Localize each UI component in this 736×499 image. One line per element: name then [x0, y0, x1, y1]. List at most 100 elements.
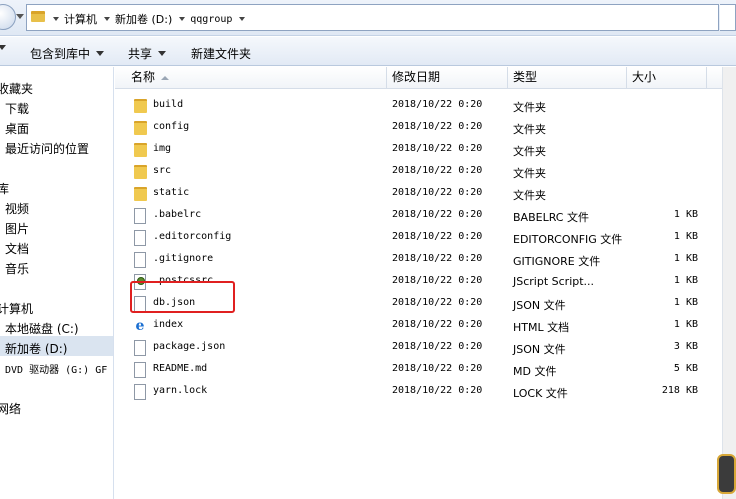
- nav-recent-places[interactable]: 最近访问的位置: [5, 140, 89, 157]
- breadcrumb-qqgroup[interactable]: qqgroup: [190, 14, 232, 25]
- nav-documents[interactable]: 文档: [5, 240, 29, 257]
- share-button[interactable]: 共享: [128, 45, 167, 62]
- file-type: 文件夹: [513, 145, 546, 158]
- file-size: 3 KB: [673, 341, 698, 352]
- file-modified-date: 2018/10/22 0:20: [392, 297, 483, 308]
- file-modified-date: 2018/10/22 0:20: [392, 253, 483, 264]
- organize-dropdown[interactable]: [0, 45, 6, 50]
- file-name: config: [153, 121, 190, 132]
- column-modified-label: 修改日期: [392, 70, 441, 84]
- file-type: JSON 文件: [513, 299, 566, 312]
- file-size: 1 KB: [673, 297, 698, 308]
- file-size: 1 KB: [673, 253, 698, 264]
- folder-icon: [134, 187, 147, 201]
- column-header-size[interactable]: 大小: [627, 67, 707, 88]
- file-size: 218 KB: [661, 385, 698, 396]
- file-row[interactable]: .editorconfig 2018/10/22 0:20 EDITORCONFIG…: [115, 227, 715, 249]
- file-row[interactable]: yarn.lock 2018/10/22 0:20 LOCK 文件 218 KB: [115, 381, 715, 403]
- file-row[interactable]: e index 2018/10/22 0:20 HTML 文档 1 KB: [115, 315, 715, 337]
- file-modified-date: 2018/10/22 0:20: [392, 319, 483, 330]
- file-name: static: [153, 187, 190, 198]
- nav-videos[interactable]: 视频: [5, 200, 29, 217]
- file-row[interactable]: img 2018/10/22 0:20 文件夹: [115, 139, 715, 161]
- file-icon: [134, 362, 146, 378]
- nav-network[interactable]: 网络: [0, 400, 21, 417]
- nav-local-disk-c[interactable]: 本地磁盘 (C:): [5, 320, 79, 337]
- file-type: 文件夹: [513, 123, 546, 136]
- file-icon: [134, 340, 146, 356]
- file-row[interactable]: static 2018/10/22 0:20 文件夹: [115, 183, 715, 205]
- folder-icon: [134, 165, 147, 179]
- taskbar-button[interactable]: [717, 454, 736, 494]
- breadcrumb-computer[interactable]: 计算机: [64, 11, 97, 27]
- column-header-name[interactable]: 名称: [115, 67, 387, 88]
- nav-new-volume-d[interactable]: 新加卷 (D:): [5, 340, 67, 357]
- sort-ascending-icon: [161, 75, 170, 80]
- file-size: 1 KB: [673, 209, 698, 220]
- file-row[interactable]: .babelrc 2018/10/22 0:20 BABELRC 文件 1 KB: [115, 205, 715, 227]
- folder-icon: [134, 99, 147, 113]
- command-toolbar: 包含到库中 共享 新建文件夹: [0, 37, 736, 66]
- chevron-down-icon: [96, 51, 105, 56]
- column-header-modified[interactable]: 修改日期: [387, 67, 508, 88]
- breadcrumb: 计算机 新加卷 (D:) qqgroup: [51, 11, 246, 27]
- file-row[interactable]: README.md 2018/10/22 0:20 MD 文件 5 KB: [115, 359, 715, 381]
- include-in-library-label: 包含到库中: [30, 47, 91, 61]
- file-type: JSON 文件: [513, 343, 566, 356]
- file-modified-date: 2018/10/22 0:20: [392, 187, 483, 198]
- include-in-library-button[interactable]: 包含到库中: [30, 45, 105, 62]
- file-modified-date: 2018/10/22 0:20: [392, 341, 483, 352]
- file-size: 5 KB: [673, 363, 698, 374]
- nav-desktop[interactable]: 桌面: [5, 120, 29, 137]
- file-size: 1 KB: [673, 275, 698, 286]
- chevron-down-icon: [158, 51, 167, 56]
- vertical-scrollbar[interactable]: [722, 67, 736, 499]
- file-row[interactable]: build 2018/10/22 0:20 文件夹: [115, 95, 715, 117]
- nav-favorites[interactable]: 收藏夹: [0, 80, 33, 97]
- file-name: img: [153, 143, 172, 154]
- nav-computer[interactable]: 计算机: [0, 300, 33, 317]
- file-type: MD 文件: [513, 365, 557, 378]
- nav-pictures[interactable]: 图片: [5, 220, 29, 237]
- share-label: 共享: [128, 47, 153, 61]
- navigation-pane: 收藏夹 下载 桌面 最近访问的位置 库 视频 图片 文档 音乐 计算机 本地磁盘…: [0, 67, 114, 499]
- column-header-type[interactable]: 类型: [508, 67, 627, 88]
- file-modified-date: 2018/10/22 0:20: [392, 165, 483, 176]
- file-row[interactable]: config 2018/10/22 0:20 文件夹: [115, 117, 715, 139]
- file-name: .gitignore: [153, 253, 214, 264]
- breadcrumb-chevron-icon[interactable]: [239, 17, 246, 21]
- file-name: package.json: [153, 341, 226, 352]
- breadcrumb-volume-d[interactable]: 新加卷 (D:): [115, 11, 172, 27]
- refresh-button[interactable]: [720, 4, 736, 31]
- file-name: yarn.lock: [153, 385, 208, 396]
- address-bar-region: 计算机 新加卷 (D:) qqgroup: [0, 0, 736, 36]
- file-modified-date: 2018/10/22 0:20: [392, 275, 483, 286]
- address-bar[interactable]: 计算机 新加卷 (D:) qqgroup: [26, 4, 719, 31]
- file-size: 1 KB: [673, 231, 698, 242]
- file-name: build: [153, 99, 184, 110]
- chevron-down-icon: [0, 45, 6, 50]
- file-row[interactable]: .gitignore 2018/10/22 0:20 GITIGNORE 文件 1 K…: [115, 249, 715, 271]
- folder-icon: [134, 121, 147, 135]
- file-icon: [134, 252, 146, 268]
- file-type: 文件夹: [513, 101, 546, 114]
- nav-libraries[interactable]: 库: [0, 180, 9, 197]
- breadcrumb-chevron-icon[interactable]: [53, 17, 59, 21]
- breadcrumb-chevron-icon[interactable]: [179, 17, 186, 21]
- back-button[interactable]: [0, 4, 16, 30]
- breadcrumb-chevron-icon[interactable]: [104, 17, 110, 21]
- file-icon: [134, 230, 146, 246]
- file-name: .editorconfig: [153, 231, 232, 242]
- file-name: README.md: [153, 363, 208, 374]
- file-modified-date: 2018/10/22 0:20: [392, 99, 483, 110]
- recent-pages-dropdown-icon[interactable]: [16, 14, 24, 19]
- nav-dvd-drive-g[interactable]: DVD 驱动器 (G:) GF: [5, 361, 107, 376]
- file-modified-date: 2018/10/22 0:20: [392, 363, 483, 374]
- file-row[interactable]: src 2018/10/22 0:20 文件夹: [115, 161, 715, 183]
- nav-downloads[interactable]: 下载: [5, 100, 29, 117]
- file-type: BABELRC 文件: [513, 211, 589, 224]
- file-row[interactable]: package.json 2018/10/22 0:20 JSON 文件 3 KB: [115, 337, 715, 359]
- nav-music[interactable]: 音乐: [5, 260, 29, 277]
- file-icon: [134, 208, 146, 224]
- new-folder-button[interactable]: 新建文件夹: [191, 45, 251, 62]
